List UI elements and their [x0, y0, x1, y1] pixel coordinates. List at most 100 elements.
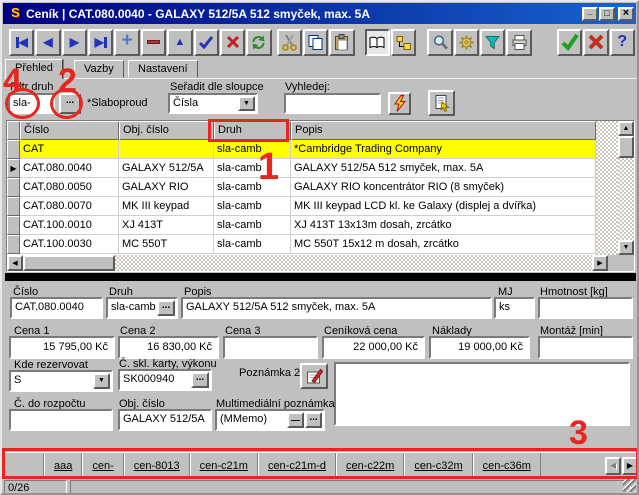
filter-browse-button[interactable]: ...	[59, 93, 81, 114]
cell-druh[interactable]: sla-camb	[214, 197, 291, 216]
table-row[interactable]: CAT.100.0030 MC 550T sla-camb MC 550T 15…	[7, 235, 596, 254]
cell-obj-cislo[interactable]: GALAXY 512/5A	[119, 159, 214, 178]
popis-field[interactable]: GALAXY 512/5A 512 smyček, max. 5A	[181, 297, 492, 319]
cell-cislo[interactable]: CAT.080.0040	[20, 159, 119, 178]
prior-record-button[interactable]: ◀	[35, 29, 60, 56]
paste-button[interactable]	[329, 29, 354, 56]
cell-druh[interactable]: sla-camb	[214, 159, 291, 178]
dataset-tab-cen[interactable]: cen-	[82, 453, 123, 478]
cut-button[interactable]	[277, 29, 302, 56]
kde-rezervovat-combobox[interactable]: S ▼	[9, 370, 113, 392]
cell-popis[interactable]: GALAXY RIO koncentrátor RIO (8 smyček)	[291, 178, 596, 197]
druh-browse-button[interactable]: ...	[157, 300, 175, 316]
insert-record-button[interactable]: +	[114, 29, 139, 56]
cell-obj-cislo[interactable]	[119, 140, 214, 159]
horizontal-scroll-thumb[interactable]	[23, 255, 115, 271]
ok-button[interactable]	[557, 29, 582, 56]
next-record-button[interactable]: ▶	[62, 29, 87, 56]
dataset-tab-cen-c22m[interactable]: cen-c22m	[336, 453, 404, 478]
dataset-tabs-next-button[interactable]: ▶	[622, 457, 638, 475]
help-button[interactable]: ?	[610, 29, 635, 56]
column-header-obj-cislo[interactable]: Obj. číslo	[119, 121, 214, 140]
rozpocet-field[interactable]	[9, 409, 113, 431]
vertical-scroll-thumb[interactable]	[618, 136, 634, 158]
last-record-button[interactable]: ▶	[88, 29, 113, 56]
kde-dropdown-button[interactable]: ▼	[93, 373, 110, 389]
poznamka2-memo[interactable]	[334, 362, 630, 426]
dataset-tab-cen-8013[interactable]: cen-8013	[124, 453, 190, 478]
montaz-field[interactable]	[538, 336, 633, 359]
storno-button[interactable]	[583, 29, 608, 56]
cell-popis[interactable]: GALAXY 512/5A 512 smyček, max. 5A	[291, 159, 596, 178]
scroll-left-button[interactable]: ◀	[7, 255, 23, 271]
table-row[interactable]: CAT sla-camb *Cambridge Trading Company	[7, 140, 596, 159]
skl-karta-browse-button[interactable]: ...	[191, 372, 209, 388]
column-header-druh[interactable]: Druh	[214, 121, 291, 140]
cell-cislo[interactable]: CAT.100.0010	[20, 216, 119, 235]
dataset-tab-blank[interactable]	[4, 453, 44, 478]
cell-popis[interactable]: *Cambridge Trading Company	[291, 140, 596, 159]
table-row[interactable]: ▶ CAT.080.0040 GALAXY 512/5A sla-camb GA…	[7, 159, 596, 178]
mmemo-field[interactable]: (MMemo) — ...	[215, 409, 325, 431]
cell-druh[interactable]: sla-camb	[214, 178, 291, 197]
scroll-up-button[interactable]: ▲	[618, 121, 634, 136]
scroll-down-button[interactable]: ▼	[618, 240, 634, 255]
edit-record-button[interactable]: ▲	[167, 29, 192, 56]
cell-obj-cislo[interactable]: GALAXY RIO	[119, 178, 214, 197]
locks-button[interactable]	[391, 29, 416, 56]
filter-button[interactable]	[480, 29, 505, 56]
cell-cislo[interactable]: CAT.100.0030	[20, 235, 119, 254]
sort-combobox[interactable]: Čísla ▼	[168, 93, 258, 114]
cenikova-cena-field[interactable]: 22 000,00 Kč	[322, 336, 425, 359]
scroll-right-button[interactable]: ▶	[592, 255, 608, 271]
naklady-field[interactable]: 19 000,00 Kč	[429, 336, 530, 359]
column-header-cislo[interactable]: Číslo	[20, 121, 119, 140]
mmemo-browse-button[interactable]: ...	[305, 412, 322, 428]
search-execute-button[interactable]	[388, 92, 411, 115]
vertical-scroll-track[interactable]	[618, 158, 634, 240]
obj-cislo-field[interactable]: GALAXY 512/5A	[118, 409, 212, 431]
table-row[interactable]: CAT.080.0050 GALAXY RIO sla-camb GALAXY …	[7, 178, 596, 197]
cancel-edit-button[interactable]	[220, 29, 245, 56]
sort-dropdown-button[interactable]: ▼	[238, 96, 255, 111]
post-edit-button[interactable]	[194, 29, 219, 56]
resize-grip[interactable]	[623, 479, 636, 492]
copy-button[interactable]	[303, 29, 328, 56]
table-row[interactable]: CAT.080.0070 MK III keypad sla-camb MK I…	[7, 197, 596, 216]
cena1-field[interactable]: 15 795,00 Kč	[9, 336, 115, 359]
report-button[interactable]	[428, 90, 455, 116]
search-button[interactable]	[427, 29, 452, 56]
druh-field[interactable]: sla-camb ...	[106, 297, 178, 319]
refresh-button[interactable]	[246, 29, 271, 56]
mmemo-clear-button[interactable]: —	[287, 412, 304, 428]
dataset-tab-cen-c36m[interactable]: cen-c36m	[473, 453, 541, 478]
tab-vazby[interactable]: Vazby	[74, 60, 124, 78]
print-button[interactable]	[506, 29, 531, 56]
dataset-tab-cen-c21m-d[interactable]: cen-c21m-d	[258, 453, 336, 478]
minimize-button[interactable]: _	[582, 7, 598, 21]
dataset-tab-cen-c32m[interactable]: cen-c32m	[404, 453, 472, 478]
tab-nastaveni[interactable]: Nastavení	[128, 60, 198, 78]
cell-cislo[interactable]: CAT	[20, 140, 119, 159]
cell-popis[interactable]: MK III keypad LCD kl. ke Galaxy (displej…	[291, 197, 596, 216]
grid-horizontal-scrollbar[interactable]: ◀ ▶	[7, 255, 634, 271]
first-record-button[interactable]: ◀	[9, 29, 34, 56]
cell-cislo[interactable]: CAT.080.0050	[20, 178, 119, 197]
search-input[interactable]	[284, 93, 381, 114]
cena3-field[interactable]	[223, 336, 318, 359]
dataset-tabs-prev-button[interactable]: ◀	[605, 457, 621, 475]
cell-druh[interactable]: sla-camb	[214, 216, 291, 235]
column-header-popis[interactable]: Popis	[291, 121, 596, 140]
poznamka2-edit-button[interactable]	[300, 363, 328, 389]
cell-druh[interactable]: sla-camb	[214, 140, 291, 159]
cell-cislo[interactable]: CAT.080.0070	[20, 197, 119, 216]
splitter-bar[interactable]	[5, 273, 636, 281]
grid-vertical-scrollbar[interactable]: ▲ ▼	[618, 121, 634, 255]
cell-popis[interactable]: MC 550T 15x12 m dosah, zrcátko	[291, 235, 596, 254]
delete-record-button[interactable]	[141, 29, 166, 56]
table-row[interactable]: CAT.100.0010 XJ 413T sla-camb XJ 413T 13…	[7, 216, 596, 235]
tab-prehled[interactable]: Přehled	[5, 59, 63, 79]
cell-obj-cislo[interactable]: MK III keypad	[119, 197, 214, 216]
settings-button[interactable]	[454, 29, 479, 56]
hmotnost-field[interactable]	[538, 297, 633, 319]
